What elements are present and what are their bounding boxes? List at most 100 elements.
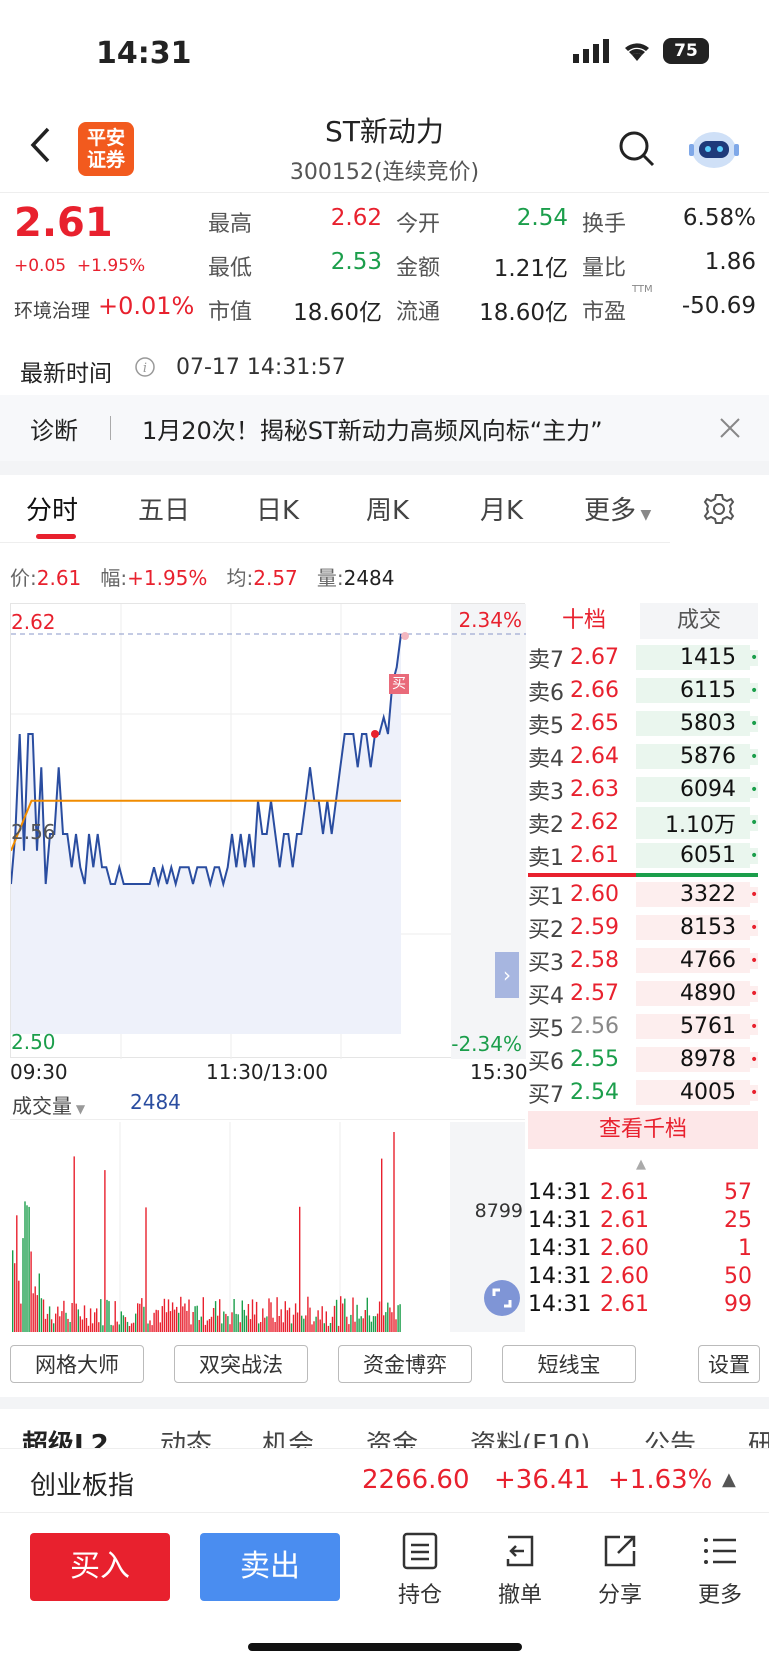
ask-row[interactable]: 卖6 2.66 6115 • — [528, 674, 758, 707]
volume-bar — [57, 1306, 59, 1332]
bid-row[interactable]: 买1 2.60 3322 • — [528, 878, 758, 911]
close-icon[interactable] — [718, 416, 742, 440]
volume-bar — [296, 1312, 299, 1332]
volume-bar — [389, 1307, 391, 1332]
holdings-button[interactable]: 持仓 — [388, 1531, 452, 1609]
volume-bar — [24, 1201, 26, 1332]
tab-monthly-k[interactable]: 月K — [480, 490, 523, 527]
bid-row[interactable]: 买6 2.55 8978 • — [528, 1043, 758, 1076]
level-price: 2.66 — [570, 678, 619, 703]
menu-icon — [704, 1538, 736, 1564]
bid-row[interactable]: 买2 2.59 8153 • — [528, 911, 758, 944]
volume-chart-svg — [12, 1122, 525, 1332]
tab-f10[interactable]: 资料(F10) — [470, 1424, 590, 1448]
tab-super-l2[interactable]: 超级L2 — [22, 1424, 109, 1448]
ask-row[interactable]: 卖2 2.62 1.10万 • — [528, 806, 758, 839]
ask-row[interactable]: 卖4 2.64 5876 • — [528, 740, 758, 773]
volume-bar — [348, 1324, 350, 1332]
diagnosis-bar[interactable]: 诊断 1月20次！揭秘ST新动力高频风向标“主力” — [0, 395, 769, 461]
bid-row[interactable]: 买3 2.58 4766 • — [528, 944, 758, 977]
tab-trades[interactable]: 成交 — [640, 603, 758, 639]
share-button[interactable]: 分享 — [588, 1531, 652, 1609]
tab-more[interactable]: 更多 ▼ — [584, 490, 651, 527]
fullscreen-icon[interactable] — [484, 1280, 520, 1316]
volume-bar — [292, 1314, 295, 1332]
volume-bar — [221, 1323, 223, 1332]
volume-bar — [258, 1323, 260, 1332]
pe-value: -50.69 — [681, 293, 756, 319]
buy-button[interactable]: 买入 — [30, 1533, 170, 1601]
volume-bar — [360, 1316, 362, 1332]
level-name: 卖4 — [528, 746, 564, 772]
capital-game-button[interactable]: 资金博弈 — [338, 1345, 472, 1383]
short-line-button[interactable]: 短线宝 — [502, 1345, 636, 1383]
trade-time: 14:31 — [528, 1291, 592, 1317]
tab-daily-k[interactable]: 日K — [256, 490, 299, 527]
intraday-chart[interactable]: 2.62 2.56 2.50 2.34% -2.34% 买 › — [10, 603, 526, 1059]
volume-bar — [18, 1280, 20, 1332]
tab-news[interactable]: 动态 — [160, 1424, 212, 1448]
settings-button[interactable]: 设置 — [698, 1345, 760, 1383]
volume-bar — [260, 1322, 262, 1332]
ask-row[interactable]: 卖5 2.65 5803 • — [528, 707, 758, 740]
home-indicator — [248, 1643, 522, 1651]
volume-bar — [169, 1311, 172, 1332]
tab-opportunity[interactable]: 机会 — [262, 1424, 314, 1448]
ask-row[interactable]: 卖7 2.67 1415 • — [528, 641, 758, 674]
ask-row[interactable]: 卖3 2.63 6094 • — [528, 773, 758, 806]
expand-book-handle[interactable]: › — [495, 952, 519, 998]
tab-announcement[interactable]: 公告 — [644, 1424, 696, 1448]
sector-name[interactable]: 环境治理 — [14, 296, 90, 323]
sell-button[interactable]: 卖出 — [200, 1533, 340, 1601]
level-dot: • — [750, 1084, 759, 1101]
chevron-up-icon[interactable]: ▲ — [722, 1469, 736, 1490]
bid-row[interactable]: 买5 2.56 5761 • — [528, 1010, 758, 1043]
bid-row[interactable]: 买7 2.54 4005 • — [528, 1076, 758, 1109]
volume-bar — [206, 1320, 209, 1332]
ask-row[interactable]: 卖1 2.61 6051 • — [528, 839, 758, 872]
volume-bar — [34, 1286, 36, 1332]
level-name: 卖3 — [528, 779, 564, 805]
volume-bar — [276, 1297, 278, 1332]
tab-capital[interactable]: 资金 — [366, 1424, 418, 1448]
volume-bar — [270, 1302, 272, 1332]
trade-time: 14:31 — [528, 1179, 592, 1205]
double-breakout-button[interactable]: 双突战法 — [174, 1345, 308, 1383]
view-thousand-levels-button[interactable]: 查看千档 — [528, 1111, 758, 1149]
x-tick-end: 15:30 — [470, 1060, 528, 1084]
share-icon — [604, 1535, 636, 1567]
level-price: 2.59 — [570, 915, 619, 940]
grid-master-button[interactable]: 网格大师 — [10, 1345, 144, 1383]
index-ticker[interactable]: 创业板指 2266.60 +36.41 +1.63% ▲ — [0, 1448, 769, 1512]
tab-research[interactable]: 研 — [748, 1424, 769, 1448]
tab-intraday[interactable]: 分时 — [26, 490, 78, 527]
gear-icon[interactable] — [702, 492, 736, 526]
volume-bar — [251, 1299, 254, 1332]
volume-bar — [184, 1303, 186, 1332]
chevron-up-icon[interactable]: ▲ — [636, 1157, 646, 1172]
tab-weekly-k[interactable]: 周K — [366, 490, 409, 527]
volume-bar — [163, 1298, 166, 1332]
volume-bar — [354, 1321, 356, 1332]
level-volume: 6115 — [636, 678, 750, 703]
level-volume: 6094 — [636, 777, 750, 802]
cancel-order-button[interactable]: 撤单 — [488, 1531, 552, 1609]
volume-bar — [272, 1317, 274, 1332]
volume-chart[interactable]: 8799 — [10, 1122, 525, 1332]
diagnosis-text[interactable]: 1月20次！揭秘ST新动力高频风向标“主力” — [142, 411, 702, 446]
volume-label[interactable]: 成交量 ▼ — [12, 1090, 85, 1119]
more-button[interactable]: 更多 — [688, 1531, 752, 1609]
tab-five-day[interactable]: 五日 — [138, 490, 190, 527]
volume-bar — [393, 1132, 395, 1332]
search-icon[interactable] — [618, 130, 656, 168]
bid-row[interactable]: 买4 2.57 4890 • — [528, 977, 758, 1010]
info-icon[interactable]: i — [134, 356, 156, 378]
volume-bar — [69, 1322, 71, 1332]
volume-bar — [192, 1312, 194, 1332]
level-volume: 8978 — [636, 1047, 750, 1072]
index-change: +36.41 — [494, 1465, 591, 1495]
tab-ten-level[interactable]: 十档 — [528, 603, 640, 639]
chevron-down-icon: ▼ — [636, 507, 652, 523]
robot-assistant-icon[interactable] — [688, 126, 740, 172]
volume-bar — [202, 1297, 204, 1332]
